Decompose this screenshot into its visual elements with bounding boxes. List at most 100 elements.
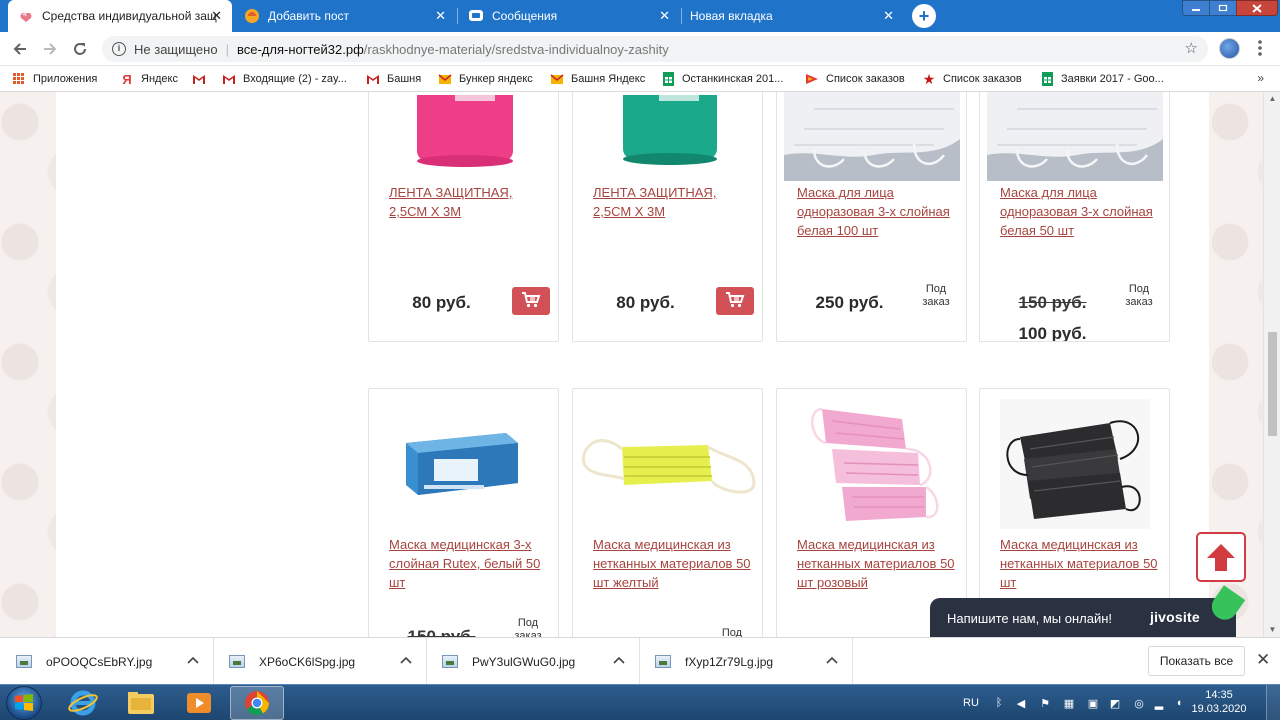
- bookmark-item[interactable]: Я Яндекс: [120, 72, 178, 87]
- product-price: 250 руб.: [815, 293, 884, 312]
- product-title-link[interactable]: ЛЕНТА ЗАЩИТНАЯ, 2,5СМ Х 3М: [593, 183, 753, 221]
- profile-avatar[interactable]: [1219, 38, 1240, 59]
- close-tab-icon[interactable]: ✕: [211, 9, 222, 23]
- close-tab-icon[interactable]: ✕: [883, 9, 894, 23]
- scrollbar-thumb[interactable]: [1268, 332, 1277, 436]
- minimize-button[interactable]: [1182, 0, 1210, 16]
- product-title-link[interactable]: Маска медицинская из нетканных материало…: [1000, 535, 1160, 592]
- close-window-button[interactable]: [1236, 0, 1278, 16]
- chevron-up-icon[interactable]: [826, 653, 838, 667]
- product-image[interactable]: [369, 92, 558, 183]
- chevron-up-icon[interactable]: [613, 653, 625, 667]
- product-title-link[interactable]: Маска для лица одноразовая 3-х слойная б…: [1000, 183, 1160, 240]
- action-center-icon[interactable]: ⚑: [1038, 696, 1052, 710]
- product-image[interactable]: [980, 389, 1169, 539]
- bookmark-item[interactable]: ★ Список заказов: [922, 71, 1022, 87]
- more-bookmarks-icon[interactable]: »: [1257, 71, 1264, 85]
- bookmark-item[interactable]: Останкинская 201...: [661, 72, 783, 86]
- forward-arrow-icon[interactable]: [39, 38, 61, 60]
- bookmark-item[interactable]: Входящие (2) - zay...: [222, 72, 347, 86]
- bookmark-item[interactable]: Приложения: [12, 72, 97, 86]
- media-player-icon[interactable]: [172, 686, 226, 720]
- file-explorer-icon[interactable]: [114, 686, 168, 720]
- product-title-link[interactable]: ЛЕНТА ЗАЩИТНАЯ, 2,5СМ Х 3М: [389, 183, 549, 221]
- sound-icon[interactable]: ◀: [1014, 696, 1028, 710]
- tab-add-post[interactable]: Добавить пост ✕: [234, 0, 456, 32]
- product-title-link[interactable]: Маска медицинская из нетканных материало…: [593, 535, 753, 592]
- image-file-icon: [229, 655, 245, 668]
- product-image[interactable]: [777, 389, 966, 539]
- nvidia-icon[interactable]: ◩: [1108, 696, 1122, 710]
- download-item[interactable]: PwY3ulGWuG0.jpg: [426, 638, 640, 685]
- browser-menu-icon[interactable]: [1255, 40, 1265, 58]
- chevron-up-icon[interactable]: [187, 653, 199, 667]
- scroll-up-arrow-icon[interactable]: ▲: [1264, 92, 1280, 106]
- product-title-link[interactable]: Маска медицинская 3-х слойная Rutex, бел…: [389, 535, 549, 592]
- download-item[interactable]: XP6oCK6lSpg.jpg: [213, 638, 427, 685]
- language-indicator[interactable]: RU: [963, 685, 979, 720]
- live-chat-widget[interactable]: Напишите нам, мы онлайн! jivosite: [930, 585, 1246, 637]
- page-scrollbar[interactable]: ▲ ▼: [1263, 92, 1280, 637]
- yandex-disk-icon: [805, 72, 819, 86]
- download-item[interactable]: oPOOQCsEbRY.jpg: [0, 638, 214, 685]
- bookmark-label: Яндекс: [141, 73, 178, 85]
- tab-new-tab[interactable]: Новая вкладка ✕: [682, 0, 904, 32]
- wifi-signal-icon[interactable]: ▂: [1152, 696, 1166, 710]
- reload-icon[interactable]: [69, 38, 91, 60]
- show-all-downloads-button[interactable]: Показать все: [1148, 646, 1245, 676]
- scroll-to-top-button[interactable]: [1196, 532, 1246, 582]
- bookmark-item[interactable]: Список заказов: [805, 72, 905, 86]
- bookmark-label: Заявки 2017 - Goo...: [1061, 73, 1164, 85]
- chrome-icon[interactable]: [230, 686, 284, 720]
- product-image[interactable]: [573, 92, 762, 183]
- download-filename: PwY3ulGWuG0.jpg: [472, 654, 576, 669]
- tab-messages[interactable]: Сообщения ✕: [458, 0, 680, 32]
- bookmark-item[interactable]: Башня Яндекс: [550, 72, 645, 86]
- network-share-icon[interactable]: ▦: [1062, 696, 1076, 710]
- info-icon[interactable]: i: [112, 42, 126, 56]
- bookmark-label: Останкинская 201...: [682, 73, 784, 85]
- bookmarks-bar: Приложения Я Яндекс Входящие (2) - zay... Ба…: [0, 66, 1280, 92]
- scroll-down-arrow-icon[interactable]: ▼: [1264, 623, 1280, 637]
- bluetooth-icon[interactable]: ᛒ: [992, 696, 1006, 710]
- close-tab-icon[interactable]: ✕: [659, 9, 670, 23]
- restore-button[interactable]: [1209, 0, 1237, 16]
- product-image[interactable]: [777, 92, 966, 183]
- product-title-link[interactable]: Маска для лица одноразовая 3-х слойная б…: [797, 183, 957, 240]
- start-button[interactable]: [6, 686, 42, 720]
- add-to-cart-button[interactable]: [512, 287, 550, 315]
- product-card: Маска медицинская 3-х слойная Rutex, бел…: [368, 388, 559, 637]
- bookmark-label: Список заказов: [943, 73, 1022, 85]
- download-item[interactable]: fXyp1Zr79Lg.jpg: [639, 638, 853, 685]
- chat-prompt: Напишите нам, мы онлайн!: [947, 610, 1113, 626]
- product-image[interactable]: [573, 389, 762, 539]
- old-price: 150 руб.: [1018, 293, 1087, 312]
- order-status-note: Под: [721, 627, 743, 637]
- close-tab-icon[interactable]: ✕: [435, 9, 446, 23]
- bookmark-item[interactable]: Башня: [366, 72, 421, 86]
- chevron-up-icon[interactable]: [400, 653, 412, 667]
- product-image[interactable]: [369, 389, 558, 539]
- bookmark-label: Список заказов: [826, 73, 905, 85]
- bookmark-item[interactable]: [192, 72, 213, 86]
- product-image[interactable]: [980, 92, 1169, 183]
- tab-sredstva[interactable]: Средства индивидуальной защ ✕: [8, 0, 232, 32]
- close-shelf-icon[interactable]: ✕: [1256, 650, 1270, 670]
- update-icon[interactable]: ◎: [1132, 696, 1146, 710]
- bookmark-item[interactable]: Бункер яндекс: [438, 72, 533, 86]
- sheets-icon: [661, 72, 675, 86]
- tab-strip: Средства индивидуальной защ ✕ Добавить п…: [0, 0, 1280, 32]
- back-arrow-icon[interactable]: [9, 38, 31, 60]
- add-to-cart-button[interactable]: [716, 287, 754, 315]
- product-title-link[interactable]: Маска медицинская из нетканных материало…: [797, 535, 957, 592]
- address-bar[interactable]: i Не защищено | все-для-ногтей32.рф /ras…: [102, 36, 1208, 62]
- volume-icon[interactable]: ◖: [1172, 696, 1186, 710]
- display-icon[interactable]: ▣: [1086, 696, 1100, 710]
- system-clock[interactable]: 14:35 19.03.2020: [1190, 688, 1248, 716]
- show-desktop-button[interactable]: [1266, 685, 1280, 720]
- new-tab-button[interactable]: +: [912, 4, 936, 28]
- bookmark-item[interactable]: Заявки 2017 - Goo...: [1040, 72, 1164, 86]
- internet-explorer-icon[interactable]: [56, 686, 110, 720]
- image-file-icon: [655, 655, 671, 668]
- bookmark-star-icon[interactable]: ☆: [1185, 39, 1198, 57]
